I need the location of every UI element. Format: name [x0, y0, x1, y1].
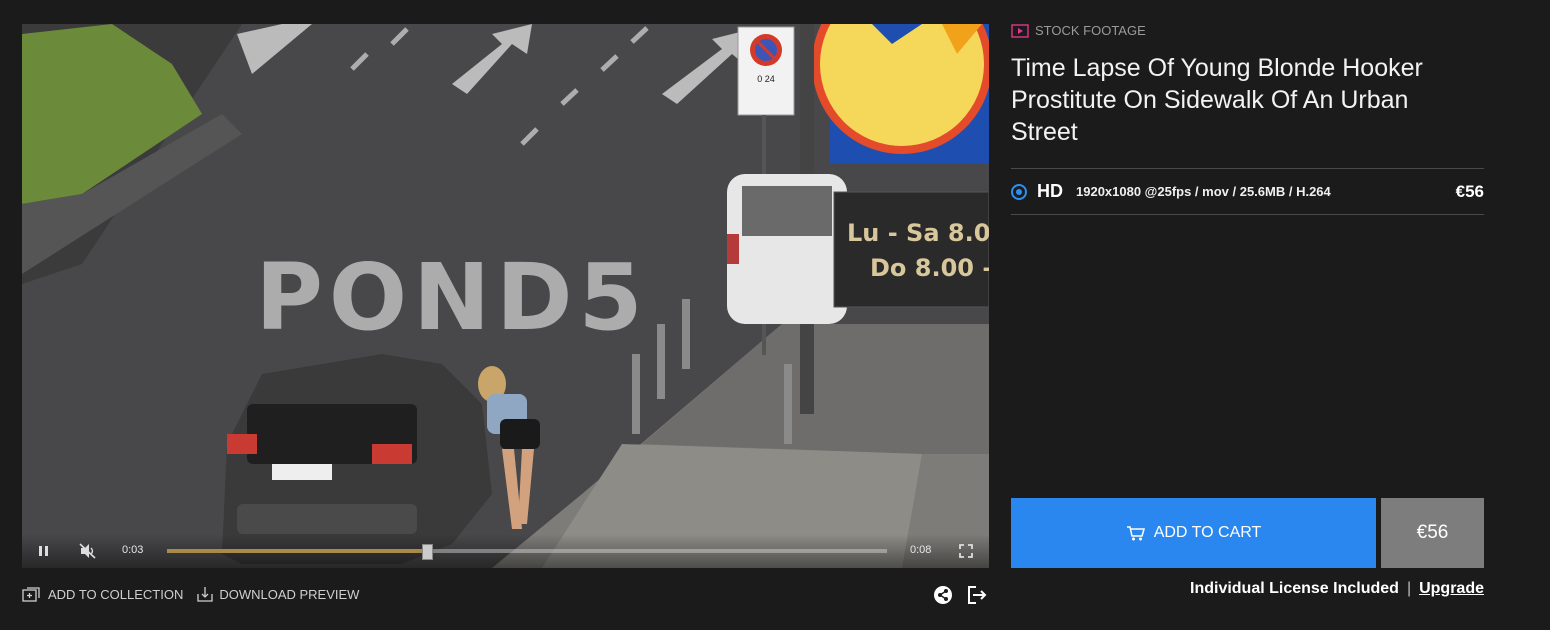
- video-icon: [1011, 23, 1029, 38]
- pond5-watermark: POND5: [255, 244, 648, 351]
- license-info: Individual License Included | Upgrade: [1190, 580, 1484, 598]
- seek-bar-fill: [167, 549, 427, 553]
- format-price: €56: [1455, 181, 1484, 201]
- add-to-collection-label: ADD TO COLLECTION: [48, 586, 184, 602]
- license-separator: |: [1406, 580, 1412, 597]
- add-to-collection-button[interactable]: ADD TO COLLECTION: [22, 586, 183, 602]
- download-preview-label: DOWNLOAD PREVIEW: [219, 586, 360, 602]
- download-preview-button[interactable]: DOWNLOAD PREVIEW: [197, 586, 359, 602]
- embed-icon: [968, 586, 987, 604]
- upgrade-link[interactable]: Upgrade: [1419, 580, 1484, 598]
- total-price: €56: [1381, 498, 1484, 568]
- seek-bar[interactable]: [167, 544, 887, 560]
- embed-button[interactable]: [967, 585, 987, 605]
- seek-bar-handle[interactable]: [422, 544, 434, 560]
- download-icon: [197, 587, 213, 602]
- add-to-cart-button[interactable]: ADD TO CART: [1011, 498, 1376, 568]
- pause-button[interactable]: [34, 542, 54, 560]
- product-title: Time Lapse Of Young Blonde Hooker Prosti…: [1011, 54, 1423, 146]
- divider-bottom: [1011, 214, 1484, 215]
- player-controls: 0:03 0:08: [22, 534, 989, 568]
- category-label[interactable]: STOCK FOOTAGE: [1011, 23, 1146, 38]
- format-option-hd[interactable]: HD 1920x1080 @25fps / mov / 25.6MB / H.2…: [1011, 169, 1484, 214]
- share-icon: [934, 586, 952, 604]
- format-label: HD: [1037, 181, 1063, 201]
- mute-button[interactable]: [78, 542, 98, 560]
- product-page: 0 24 Lu - Sa 8.0 Do 8.00 - POND5 0:03 0:…: [0, 0, 1550, 630]
- current-time: 0:03: [122, 544, 144, 556]
- sign-text-line2: Do 8.00 -: [870, 254, 989, 282]
- share-button[interactable]: [933, 585, 953, 605]
- format-radio[interactable]: [1011, 183, 1027, 200]
- sign-label: 0 24: [757, 74, 775, 84]
- add-to-cart-label: ADD TO CART: [1153, 524, 1262, 541]
- radio-selected-dot: [1016, 188, 1022, 195]
- pause-icon: [39, 546, 48, 556]
- mute-icon: [79, 543, 96, 559]
- category-text: STOCK FOOTAGE: [1035, 23, 1146, 38]
- product-info: STOCK FOOTAGE Time Lapse Of Young Blonde…: [1011, 0, 1484, 630]
- license-text: Individual License Included: [1190, 580, 1399, 597]
- duration: 0:08: [910, 544, 932, 556]
- video-player[interactable]: 0 24 Lu - Sa 8.0 Do 8.00 - POND5 0:03 0:…: [22, 24, 989, 568]
- collection-icon: [22, 587, 40, 602]
- fullscreen-icon: [959, 544, 973, 558]
- preview-actions: ADD TO COLLECTION DOWNLOAD PREVIEW: [22, 586, 359, 602]
- video-frame[interactable]: 0 24 Lu - Sa 8.0 Do 8.00 - POND5: [22, 24, 989, 568]
- format-specs: 1920x1080 @25fps / mov / 25.6MB / H.264: [1076, 184, 1331, 199]
- sign-text-line1: Lu - Sa 8.0: [847, 219, 989, 247]
- fullscreen-button[interactable]: [956, 542, 976, 560]
- cart-icon: [1126, 526, 1145, 541]
